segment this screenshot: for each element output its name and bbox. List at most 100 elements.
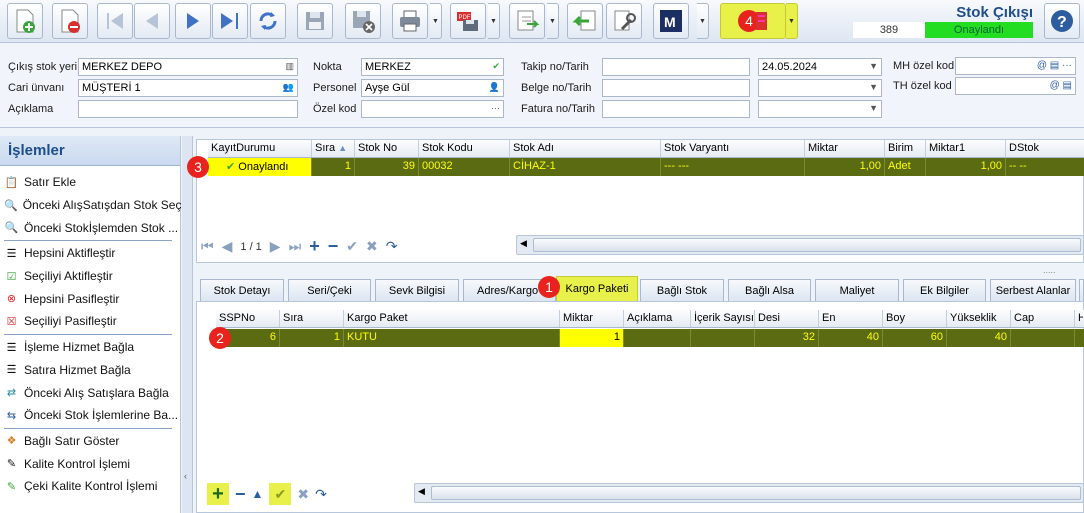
sidebar-item-onceki-stokislem[interactable]: 🔍 Önceki Stokİşlemden Stok ... — [0, 216, 180, 239]
col-kayit-durumu[interactable]: KayıtDurumu — [208, 140, 312, 157]
tab-overflow[interactable] — [1079, 279, 1084, 301]
add-icon[interactable]: + — [309, 236, 320, 257]
next-record-button[interactable] — [175, 3, 211, 39]
th-ozel-kod-field[interactable]: @ ▤ — [955, 77, 1076, 95]
last-page-icon[interactable]: ⏭ — [289, 238, 302, 255]
col-kargo-paket[interactable]: Kargo Paket — [344, 310, 560, 327]
col-stok-adi[interactable]: Stok Adı — [510, 140, 661, 157]
stock-grid-scrollbar[interactable]: ◀ — [516, 235, 1084, 255]
transfer-dropdown[interactable]: ▼ — [547, 3, 559, 39]
new-document-button[interactable] — [7, 3, 43, 39]
sidebar-item-bagli-satir-goster[interactable]: ❖ Bağlı Satır Göster — [0, 430, 180, 453]
takip-no-field[interactable] — [602, 58, 750, 76]
col-en[interactable]: En — [819, 310, 883, 327]
refresh-button[interactable] — [250, 3, 286, 39]
col-miktar1[interactable]: Miktar1 — [926, 140, 1006, 157]
nokta-field[interactable]: MERKEZ ✔ — [361, 58, 504, 76]
sidebar-splitter[interactable]: ‹ — [182, 136, 193, 513]
previous-record-button[interactable] — [134, 3, 170, 39]
col-stok-no[interactable]: Stok No — [355, 140, 419, 157]
col-icerik-sayisi[interactable]: İçerik Sayısı — [691, 310, 755, 327]
mh-ozel-kod-field[interactable]: @ ▤ ··· — [955, 57, 1076, 75]
remove-icon[interactable]: − — [235, 484, 246, 505]
col-sspno[interactable]: SSPNo — [216, 310, 280, 327]
col-sira[interactable]: Sıra ▲ — [312, 140, 355, 157]
col-desi[interactable]: Desi — [755, 310, 819, 327]
tab-maliyet[interactable]: Maliyet — [815, 279, 899, 301]
next-page-icon[interactable]: ▶ — [270, 238, 281, 255]
tab-kargo-paketi[interactable]: Kargo Paketi — [556, 276, 638, 301]
tab-bagli-stok[interactable]: Bağlı Stok — [640, 279, 724, 301]
belge-no-field[interactable] — [602, 79, 750, 97]
fatura-no-field[interactable] — [602, 100, 750, 118]
first-page-icon[interactable]: ⏮ — [201, 238, 214, 255]
col-dstok[interactable]: DStok — [1006, 140, 1084, 157]
col-yukseklik[interactable]: Yükseklik — [947, 310, 1011, 327]
sidebar-item-satira-hizmet-bagla[interactable]: ☰ Satıra Hizmet Bağla — [0, 359, 180, 382]
undo-icon[interactable]: ↷ — [386, 238, 398, 255]
scrollbar-thumb[interactable] — [431, 486, 1081, 500]
personel-field[interactable]: Ayşe Gül 👤 — [361, 79, 504, 97]
add-icon[interactable]: + — [207, 483, 229, 505]
sidebar-item-hepsini-aktiflestir[interactable]: ☰ Hepsini Aktifleştir — [0, 242, 180, 265]
sidebar-item-onceki-alissatis[interactable]: 🔍 Önceki AlışSatışdan Stok Seç — [0, 194, 181, 217]
cari-unvani-field[interactable]: MÜŞTERİ 1 👥 — [78, 79, 298, 97]
check-icon[interactable]: ✔ — [346, 238, 358, 255]
col-miktar[interactable]: Miktar — [560, 310, 624, 327]
scrollbar-thumb[interactable] — [533, 238, 1081, 252]
sidebar-item-kalite-kontrol[interactable]: ✎ Kalite Kontrol İşlemi — [0, 452, 180, 475]
save-button[interactable] — [297, 3, 333, 39]
sidebar-item-seciliyi-pasiflestir[interactable]: ☒ Seçiliyi Pasifleştir — [0, 310, 180, 333]
cell-miktar[interactable]: 1 — [560, 329, 624, 347]
undo-icon[interactable]: ↷ — [315, 486, 327, 503]
col-stok-kodu[interactable]: Stok Kodu — [419, 140, 510, 157]
import-button[interactable] — [567, 3, 603, 39]
table-row[interactable]: 6 1 KUTU 1 32 40 60 40 — [216, 329, 1084, 347]
tab-serbest-alanlar[interactable]: Serbest Alanlar — [990, 279, 1076, 301]
m-module-dropdown[interactable]: ▼ — [697, 3, 709, 39]
col-stok-varyanti[interactable]: Stok Varyantı — [661, 140, 805, 157]
print-button[interactable] — [392, 3, 428, 39]
col-h[interactable]: H — [1075, 310, 1083, 327]
sidebar-item-onceki-stok-islemlerine[interactable]: ⇆ Önceki Stok İşlemlerine Ba... — [0, 404, 180, 427]
ozel-kod-field[interactable]: ··· — [361, 100, 504, 118]
fatura-tarih-field[interactable]: ▼ — [758, 100, 882, 118]
check-icon[interactable]: ✔ — [269, 483, 292, 505]
belge-tarih-field[interactable]: ▼ — [758, 79, 882, 97]
col-boy[interactable]: Boy — [883, 310, 947, 327]
cancel-icon[interactable]: ✖ — [297, 486, 309, 503]
first-record-button[interactable] — [97, 3, 133, 39]
table-row[interactable]: ✔ Onaylandı 1 39 00032 CİHAZ-1 --- --- 1… — [208, 158, 1084, 176]
cancel-icon[interactable]: ✖ — [366, 238, 378, 255]
sidebar-item-onceki-alis-satislara-bagla[interactable]: ⇄ Önceki Alış Satışlara Bağla — [0, 381, 180, 404]
remove-icon[interactable]: − — [328, 236, 339, 257]
previous-page-icon[interactable]: ◀ — [222, 238, 233, 255]
settings-button[interactable] — [606, 3, 642, 39]
tab-ek-bilgiler[interactable]: Ek Bilgiler — [903, 279, 986, 301]
col-sira[interactable]: Sıra — [280, 310, 344, 327]
tab-seri-ceki[interactable]: Seri/Çeki — [288, 279, 371, 301]
takip-tarih-field[interactable]: 24.05.2024 ▼ — [758, 58, 882, 76]
m-module-button[interactable]: M — [653, 3, 689, 39]
move-up-icon[interactable]: ▲ — [252, 487, 264, 501]
sidebar-item-ceki-kalite-kontrol[interactable]: ✎ Çeki Kalite Kontrol İşlemi — [0, 475, 180, 498]
col-miktar[interactable]: Miktar — [805, 140, 885, 157]
sidebar-item-hepsini-pasiflestir[interactable]: ⊗ Hepsini Pasifleştir — [0, 287, 180, 310]
pdf-dropdown[interactable]: ▼ — [488, 3, 500, 39]
tab-bagli-alsa[interactable]: Bağlı Alsa — [728, 279, 811, 301]
aciklama-field[interactable] — [78, 100, 298, 118]
help-button[interactable]: ? — [1044, 3, 1080, 39]
delete-document-button[interactable] — [52, 3, 88, 39]
pdf-export-button[interactable]: PDF — [450, 3, 486, 39]
cargo-grid-scrollbar[interactable]: ◀ — [414, 483, 1084, 503]
tab-stok-detayi[interactable]: Stok Detayı — [200, 279, 284, 301]
tab-sevk-bilgisi[interactable]: Sevk Bilgisi — [375, 279, 459, 301]
cikis-stok-yeri-field[interactable]: MERKEZ DEPO ▥ — [78, 58, 298, 76]
transfer-button[interactable] — [509, 3, 545, 39]
col-birim[interactable]: Birim — [885, 140, 926, 157]
sidebar-item-seciliyi-aktiflestir[interactable]: ☑ Seçiliyi Aktifleştir — [0, 265, 180, 288]
status-action-button[interactable]: 4 — [720, 3, 786, 39]
col-cap[interactable]: Cap — [1011, 310, 1075, 327]
save-close-button[interactable] — [345, 3, 381, 39]
splitter-grip[interactable]: ..... — [1043, 265, 1056, 275]
